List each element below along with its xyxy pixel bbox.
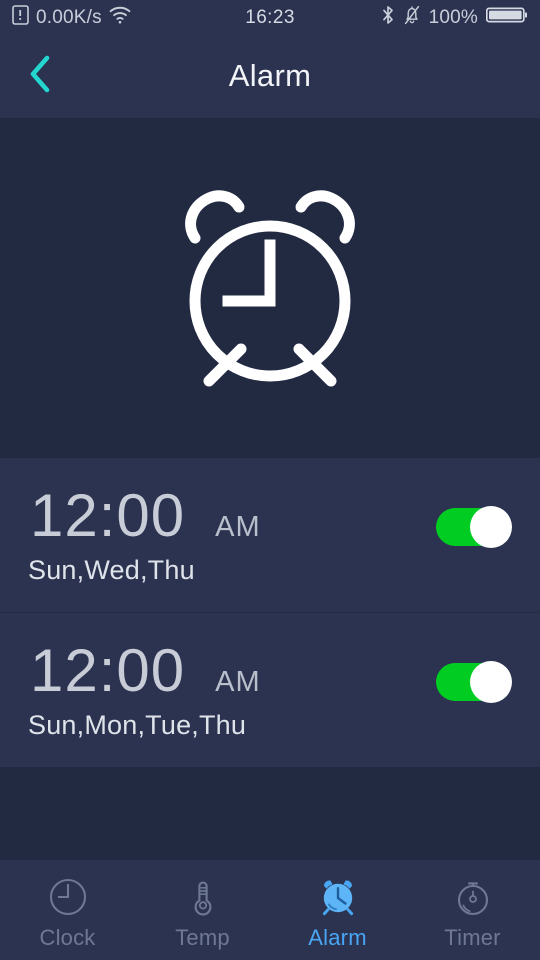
alarm-row[interactable]: 12:00 AM Sun,Mon,Tue,Thu — [0, 612, 540, 766]
app-header: Alarm — [0, 34, 540, 118]
toggle-knob — [470, 661, 512, 703]
tab-temp[interactable]: Temp — [135, 860, 270, 960]
sim-card-icon — [12, 4, 29, 30]
battery-percent-label: 100% — [428, 6, 479, 28]
alarm-toggle[interactable] — [436, 506, 512, 548]
alarm-time: 12:00 — [30, 637, 186, 704]
alarm-toggle[interactable] — [436, 661, 512, 703]
phone-screen: 0.00K/s 16:23 100% Alarm 12:00 AM Sun,We… — [0, 0, 540, 960]
alarm-time: 12:00 — [30, 482, 186, 549]
clock-icon — [46, 875, 90, 919]
tab-clock[interactable]: Clock — [0, 860, 135, 960]
tab-label-temp: Temp — [175, 925, 230, 950]
status-bar-left: 0.00K/s — [12, 4, 245, 30]
alarm-hero-illustration — [0, 118, 540, 458]
tab-label-timer: Timer — [444, 925, 501, 950]
status-bar: 0.00K/s 16:23 100% — [0, 0, 540, 34]
battery-full-icon — [485, 5, 528, 30]
network-speed-label: 0.00K/s — [36, 6, 102, 28]
alarm-meridiem: AM — [215, 511, 261, 543]
alarm-list: 12:00 AM Sun,Wed,Thu 12:00 AM Sun,Mon,Tu… — [0, 458, 540, 767]
alarm-clock-icon — [316, 875, 360, 919]
thermometer-icon — [181, 875, 225, 919]
stopwatch-icon — [451, 875, 495, 919]
alarm-days: Sun,Wed,Thu — [28, 555, 195, 585]
alarm-days: Sun,Mon,Tue,Thu — [28, 710, 247, 740]
page-title: Alarm — [228, 58, 312, 93]
status-bar-right: 100% — [295, 5, 528, 30]
bell-muted-icon — [403, 5, 421, 30]
status-bar-center: 16:23 — [245, 8, 295, 27]
alarm-row[interactable]: 12:00 AM Sun,Wed,Thu — [0, 458, 540, 612]
bluetooth-icon — [381, 5, 395, 30]
tab-label-clock: Clock — [39, 925, 96, 950]
alarm-time-group: 12:00 AM — [30, 486, 261, 546]
alarm-meridiem: AM — [215, 666, 261, 698]
tab-alarm[interactable]: Alarm — [270, 860, 405, 960]
bottom-tab-bar: Clock Temp Alarm Timer — [0, 860, 540, 960]
tab-timer[interactable]: Timer — [405, 860, 540, 960]
tab-label-alarm: Alarm — [308, 925, 367, 950]
alarm-time-group: 12:00 AM — [30, 641, 261, 701]
toggle-knob — [470, 506, 512, 548]
status-bar-clock: 16:23 — [245, 6, 295, 28]
alarm-clock-illustration — [175, 183, 365, 393]
empty-area — [0, 767, 540, 860]
wifi-icon — [109, 6, 131, 29]
